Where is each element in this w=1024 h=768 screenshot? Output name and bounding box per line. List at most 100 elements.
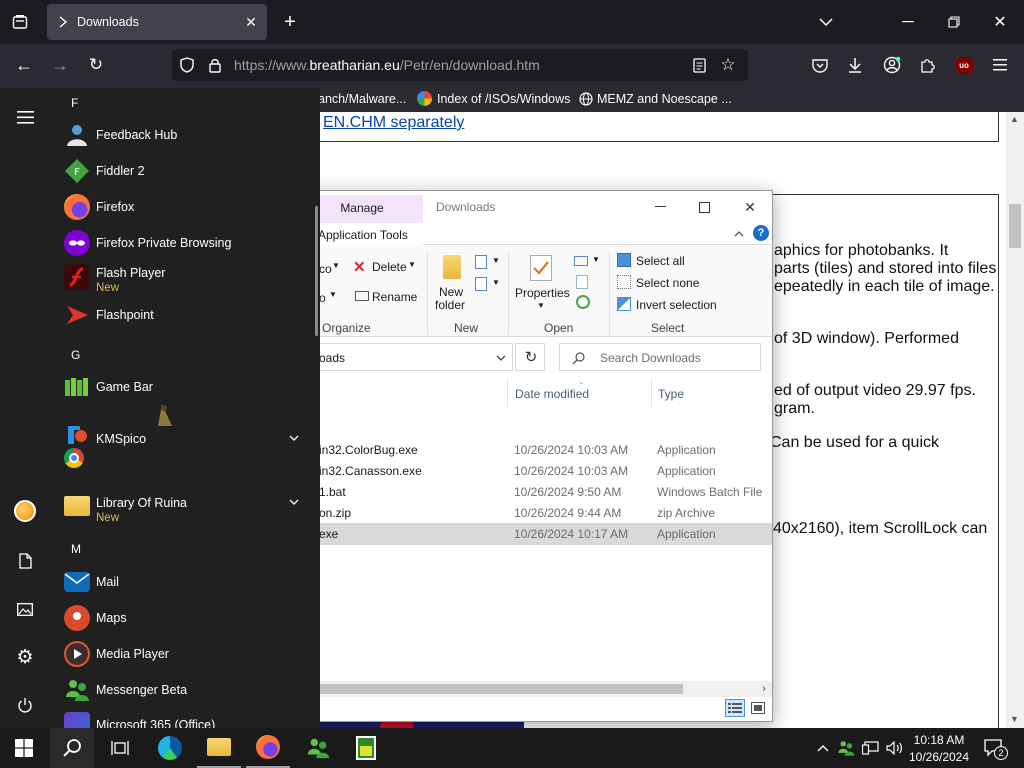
rename-button[interactable]: Rename	[351, 287, 425, 307]
tab-downloads[interactable]: Downloads ✕	[47, 4, 267, 40]
clock[interactable]: 10:18 AM 10/26/2024	[906, 731, 972, 765]
horizontal-scrollbar[interactable]: ›	[301, 681, 772, 697]
delete-button[interactable]: ✕ Delete ▼	[351, 257, 425, 277]
reader-view-icon[interactable]	[690, 56, 708, 74]
start-scrollbar[interactable]	[315, 206, 318, 336]
app-mail[interactable]: Mail	[62, 565, 312, 599]
taskbar-messenger-icon[interactable]	[296, 728, 340, 768]
forward-icon[interactable]: →	[48, 53, 72, 77]
invert-selection-button[interactable]: Invert selection	[616, 295, 736, 313]
url-text[interactable]: https://www.breatharian.eu/Petr/en/downl…	[234, 57, 540, 73]
app-media-player[interactable]: Media Player	[62, 637, 312, 671]
search-box[interactable]: Search Downloads	[559, 343, 761, 371]
copy-to-arrow[interactable]: ▼	[332, 261, 340, 270]
app-maps[interactable]: Maps	[62, 601, 312, 635]
file-row[interactable]: on.zip 10/26/2024 9:44 AM zip Archive	[301, 502, 772, 523]
app-fiddler-2[interactable]: F Fiddler 2	[62, 154, 312, 188]
close-icon[interactable]: ✕	[737, 195, 763, 219]
power-icon[interactable]	[12, 692, 38, 718]
lock-icon[interactable]	[206, 56, 224, 74]
start-menu[interactable]: ⚙ F Feedback Hub F Fiddler 2 Firefox Fir…	[0, 88, 320, 728]
volume-icon[interactable]	[884, 738, 904, 758]
maximize-icon[interactable]	[691, 195, 717, 219]
file-row[interactable]: in32.Canasson.exe 10/26/2024 10:03 AM Ap…	[301, 460, 772, 481]
new-item-button[interactable]: ▼	[473, 253, 503, 273]
file-explorer-window[interactable]: Manage Downloads ✕ Application Tools ? c…	[300, 190, 773, 722]
refresh-button[interactable]: ↻	[515, 343, 545, 371]
open-button[interactable]: ▼	[573, 253, 603, 271]
large-icons-view-button[interactable]	[748, 699, 768, 717]
new-folder-button[interactable]: New folder	[433, 251, 473, 317]
start-button[interactable]	[2, 728, 46, 768]
file-row[interactable]: in32.ColorBug.exe 10/26/2024 10:03 AM Ap…	[301, 439, 772, 460]
chm-download-link[interactable]: EN.CHM separately	[323, 114, 464, 132]
scroll-down-arrow[interactable]: ▼	[1010, 714, 1019, 724]
bookmark-star-icon[interactable]: ☆	[718, 55, 738, 75]
letter-header-m[interactable]: M	[71, 542, 81, 556]
restore-icon[interactable]	[942, 10, 966, 34]
letter-header-f[interactable]: F	[71, 96, 78, 110]
app-firefox-private-browsing[interactable]: Firefox Private Browsing	[62, 226, 312, 260]
close-tab-icon[interactable]: ✕	[241, 12, 261, 32]
account-icon[interactable]	[880, 53, 904, 77]
close-window-icon[interactable]: ✕	[988, 10, 1012, 34]
menu-icon[interactable]	[988, 53, 1012, 77]
pocket-icon[interactable]	[808, 53, 832, 77]
taskbar-file-explorer-icon[interactable]	[197, 728, 241, 768]
minimize-icon[interactable]	[896, 10, 920, 34]
file-row[interactable]: 1.bat 10/26/2024 9:50 AM Windows Batch F…	[301, 481, 772, 502]
firefox-view-icon[interactable]	[8, 10, 32, 34]
details-view-button[interactable]	[725, 699, 745, 717]
app-firefox[interactable]: Firefox	[62, 190, 312, 224]
hamburger-menu-icon[interactable]	[12, 106, 38, 128]
taskbar-firefox-icon[interactable]	[246, 728, 290, 768]
properties-button[interactable]: Properties ▼	[513, 251, 571, 315]
network-icon[interactable]	[860, 738, 880, 758]
scroll-up-arrow[interactable]: ▲	[1010, 114, 1019, 124]
app-flash-player[interactable]: Flash Player New	[62, 260, 312, 300]
column-header-date[interactable]: Date modified ⌄	[507, 377, 653, 407]
app-flashpoint[interactable]: Flashpoint	[62, 298, 312, 332]
task-view-button[interactable]	[98, 728, 142, 768]
new-tab-icon[interactable]: +	[278, 10, 302, 34]
taskbar-app-icon[interactable]	[344, 728, 388, 768]
app-messenger-beta[interactable]: Messenger Beta	[62, 673, 312, 707]
downloads-icon[interactable]	[843, 53, 867, 77]
chrome-icon[interactable]	[64, 448, 84, 468]
copy-to-label[interactable]: co	[319, 262, 332, 276]
chevron-down-icon[interactable]	[493, 350, 509, 366]
ublock-origin-icon[interactable]: uo	[952, 53, 976, 77]
page-scrollbar[interactable]: ▲ ▼	[1006, 112, 1024, 728]
letter-header-g[interactable]: G	[71, 348, 80, 362]
help-icon[interactable]: ?	[752, 224, 770, 242]
minimize-icon[interactable]	[647, 195, 673, 219]
documents-icon[interactable]	[12, 548, 38, 574]
address-bar[interactable]: oads	[301, 343, 513, 371]
search-button[interactable]	[50, 728, 94, 768]
chevron-down-icon[interactable]	[286, 494, 302, 510]
url-bar[interactable]: https://www.breatharian.eu/Petr/en/downl…	[172, 49, 748, 81]
scroll-right-icon[interactable]: ›	[757, 682, 771, 696]
extensions-icon[interactable]	[916, 53, 940, 77]
reload-icon[interactable]: ↻	[84, 53, 108, 77]
bookmark-item[interactable]: anch/Malware...	[318, 92, 406, 106]
column-header-type[interactable]: Type	[651, 379, 773, 407]
move-to-arrow[interactable]: ▼	[329, 290, 337, 299]
app-kmspico[interactable]: KMSpico	[62, 420, 312, 460]
scroll-thumb[interactable]	[1009, 204, 1021, 248]
select-all-button[interactable]: Select all	[616, 251, 726, 269]
select-none-button[interactable]: Select none	[616, 273, 726, 291]
back-icon[interactable]: ←	[12, 53, 36, 77]
chevron-up-icon[interactable]	[730, 224, 748, 242]
shield-icon[interactable]	[178, 56, 196, 74]
chevron-down-icon[interactable]	[286, 430, 302, 446]
pictures-icon[interactable]	[12, 596, 38, 622]
history-icon[interactable]	[576, 295, 590, 309]
app-game-bar[interactable]: Game Bar	[62, 370, 312, 404]
edit-icon[interactable]	[576, 275, 588, 289]
app-library-of-ruina[interactable]: Library Of Ruina New	[62, 488, 312, 528]
scroll-thumb[interactable]	[301, 684, 683, 694]
user-avatar-icon[interactable]	[12, 498, 38, 524]
chevron-up-icon[interactable]	[814, 738, 832, 758]
app-feedback-hub[interactable]: Feedback Hub	[62, 118, 312, 152]
